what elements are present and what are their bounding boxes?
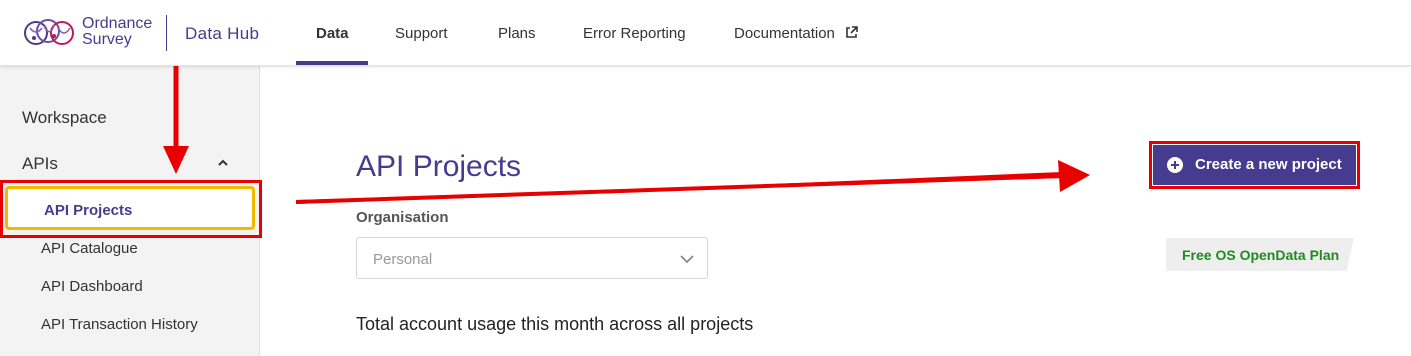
plan-badge: Free OS OpenData Plan — [1166, 238, 1354, 271]
annotation-highlight-box — [0, 180, 262, 238]
product-name[interactable]: Data Hub — [185, 24, 259, 44]
nav-documentation[interactable]: Documentation — [734, 25, 858, 42]
page-title: API Projects — [356, 150, 522, 183]
sidebar-item-api-dashboard[interactable]: API Dashboard — [41, 278, 143, 295]
organisation-label: Organisation — [356, 209, 449, 226]
sidebar-item-workspace[interactable]: Workspace — [22, 108, 107, 128]
logo-text: Ordnance Survey — [82, 16, 152, 48]
os-logo-icon — [24, 19, 74, 45]
logo-line1: Ordnance — [82, 15, 153, 32]
top-header: Ordnance Survey Data Hub Data Support Pl… — [0, 0, 1411, 66]
nav-error-reporting[interactable]: Error Reporting — [583, 25, 686, 42]
plan-badge-label: Free OS OpenData Plan — [1182, 247, 1340, 263]
chevron-down-icon — [680, 255, 694, 264]
plus-circle-icon — [1167, 157, 1183, 173]
nav-documentation-label: Documentation — [734, 25, 835, 42]
sidebar-item-api-catalogue[interactable]: API Catalogue — [41, 240, 138, 257]
logo-divider — [166, 15, 167, 51]
external-link-icon — [846, 26, 858, 38]
sidebar-item-apis[interactable]: APIs — [22, 154, 58, 174]
organisation-select[interactable]: Personal — [356, 237, 708, 279]
chevron-up-icon[interactable] — [218, 158, 228, 168]
organisation-select-value: Personal — [373, 251, 433, 268]
sidebar-item-api-transaction-history[interactable]: API Transaction History — [41, 316, 198, 333]
create-project-label: Create a new project — [1195, 156, 1342, 173]
nav-plans[interactable]: Plans — [498, 25, 536, 42]
usage-heading: Total account usage this month across al… — [356, 314, 754, 334]
logo-line2: Survey — [82, 31, 132, 48]
nav-data[interactable]: Data — [316, 25, 349, 42]
create-project-button[interactable]: Create a new project — [1153, 145, 1356, 185]
active-nav-indicator — [296, 61, 368, 65]
nav-support[interactable]: Support — [395, 25, 448, 42]
os-logo[interactable]: Ordnance Survey — [24, 16, 156, 50]
